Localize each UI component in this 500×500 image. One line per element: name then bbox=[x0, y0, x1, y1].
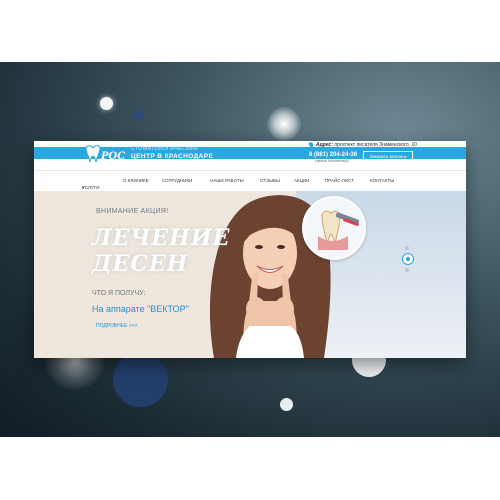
header: РОСТ СТОМАТОЛОГИЧЕСКИЙ ЦЕНТР В КРАСНОДАР… bbox=[34, 141, 466, 165]
promo-badge: ВНИМАНИЕ АКЦИЯ! bbox=[96, 208, 169, 215]
nav-item-works[interactable]: НАШИ РАБОТЫ bbox=[210, 178, 244, 183]
nav-item-promos[interactable]: АКЦИИ bbox=[294, 178, 309, 183]
device-text: На аппарате "ВЕКТОР" bbox=[92, 304, 189, 314]
tooth-logo-icon[interactable]: РОСТ bbox=[82, 144, 126, 164]
slider-dot[interactable] bbox=[405, 268, 409, 272]
hero-headline-second-line: ДЕСЕН bbox=[92, 251, 189, 277]
phone-note: (звонок бесплатный) bbox=[315, 159, 349, 163]
website-screenshot: РОСТ СТОМАТОЛОГИЧЕСКИЙ ЦЕНТР В КРАСНОДАР… bbox=[34, 141, 466, 358]
main-nav: УСЛУГИ ▾ О КЛИНИКЕ СОТРУДНИКИ НАШИ РАБОТ… bbox=[34, 170, 466, 192]
slider-dot[interactable] bbox=[405, 246, 409, 250]
decorative-orb bbox=[100, 97, 113, 110]
nav-item-staff[interactable]: СОТРУДНИКИ bbox=[162, 178, 192, 183]
address-value: проспект писателя Знаменского, 10 bbox=[334, 142, 418, 148]
hero-banner: ВНИМАНИЕ АКЦИЯ! ЛЕЧЕНИЕ ДЕСЕН ЧТО Я ПОЛУ… bbox=[34, 191, 466, 358]
phone-number[interactable]: 8 (861) 204-24-36 bbox=[309, 152, 357, 158]
nav-item-contacts[interactable]: КОНТАКТЫ bbox=[370, 178, 394, 183]
map-pin-icon bbox=[307, 141, 315, 148]
dental-illustration-icon bbox=[302, 196, 366, 260]
benefits-label: ЧТО Я ПОЛУЧУ: bbox=[92, 290, 146, 297]
decorative-orb bbox=[280, 398, 293, 411]
more-link[interactable]: ПОДРОБНЕЕ >>> bbox=[96, 323, 138, 329]
decorative-orb bbox=[113, 352, 168, 407]
nav-item-label: УСЛУГИ bbox=[82, 185, 100, 190]
slider-dot-active[interactable] bbox=[402, 253, 414, 265]
decorative-orb bbox=[267, 107, 301, 141]
address-label: Адрес: bbox=[316, 142, 333, 148]
clinic-title: ЦЕНТР В КРАСНОДАРЕ bbox=[131, 153, 214, 160]
callback-label: Заказать звонок bbox=[369, 154, 404, 159]
hero-headline: ЛЕЧЕНИЕ bbox=[92, 225, 231, 251]
chevron-right-icon: ▸ bbox=[404, 154, 407, 159]
decorative-orb bbox=[133, 110, 144, 121]
nav-item-prices[interactable]: ПРАЙС-ЛИСТ bbox=[325, 178, 354, 183]
nav-item-about[interactable]: О КЛИНИКЕ bbox=[123, 178, 149, 183]
address: Адрес: проспект писателя Знаменского, 10 bbox=[307, 141, 418, 148]
clinic-type: СТОМАТОЛОГИЧЕСКИЙ bbox=[131, 146, 198, 152]
svg-text:РОСТ: РОСТ bbox=[100, 151, 126, 162]
callback-button[interactable]: Заказать звонок ▸ bbox=[363, 151, 413, 162]
nav-item-reviews[interactable]: ОТЗЫВЫ bbox=[260, 178, 280, 183]
